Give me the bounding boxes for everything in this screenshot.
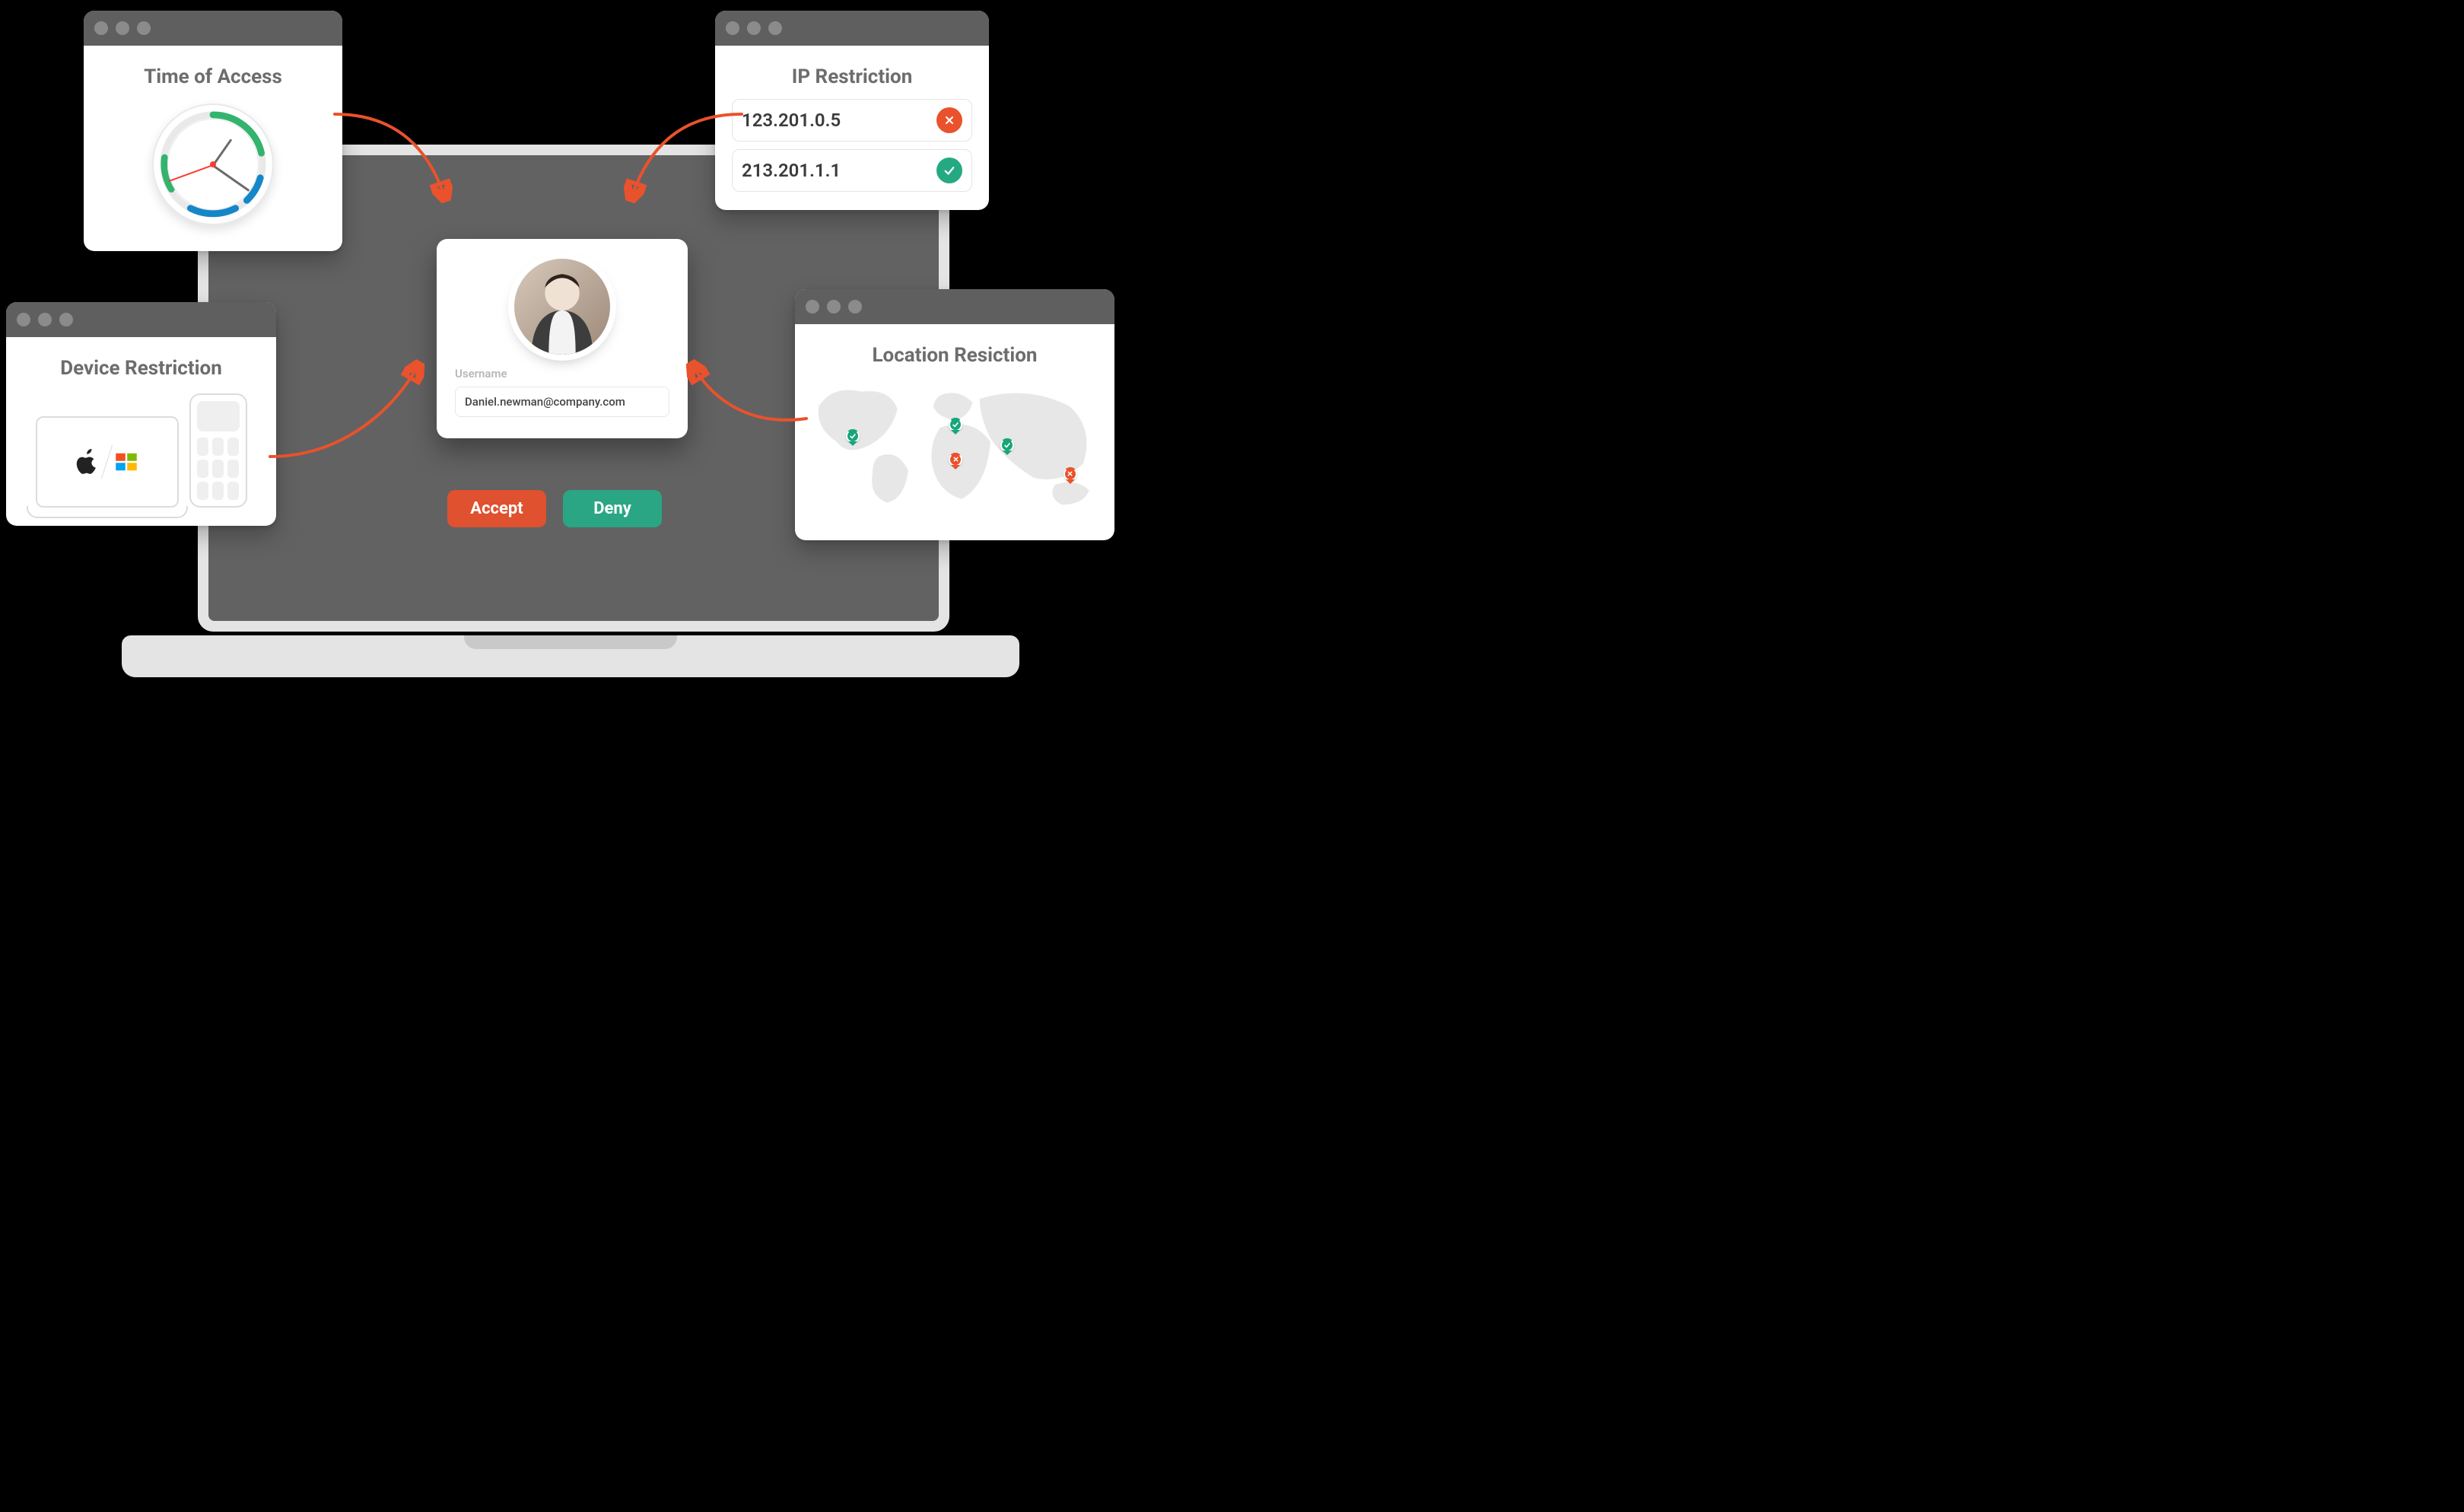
- login-card: Username: [437, 239, 688, 438]
- panel-title: Time of Access: [100, 65, 326, 88]
- accept-button[interactable]: Accept: [447, 490, 546, 527]
- ip-address: 213.201.1.1: [742, 160, 841, 181]
- windows-icon: [115, 449, 138, 475]
- window-control-dot: [768, 21, 782, 35]
- panel-title: Device Restriction: [23, 357, 259, 380]
- phone-icon: [189, 393, 247, 508]
- ip-row: 213.201.1.1: [732, 149, 972, 192]
- window-control-dot: [38, 313, 52, 326]
- ip-address: 123.201.0.5: [742, 110, 841, 131]
- panel-title: Location Resiction: [812, 344, 1098, 367]
- window-control-dot: [94, 21, 108, 35]
- panel-ip-restriction: IP Restriction 123.201.0.5 213.201.1.1: [715, 11, 989, 210]
- close-icon: [936, 107, 962, 133]
- window-titlebar: [795, 289, 1114, 324]
- location-pin-allow: [1000, 438, 1014, 452]
- window-control-dot: [116, 21, 129, 35]
- laptop-icon: [36, 416, 179, 508]
- arrow-time-to-login: [331, 107, 460, 213]
- panel-device-restriction: Device Restriction: [6, 302, 276, 526]
- window-control-dot: [17, 313, 30, 326]
- decision-actions: Accept Deny: [447, 490, 662, 527]
- world-map: [812, 377, 1098, 522]
- window-control-dot: [747, 21, 761, 35]
- arrow-device-to-login: [266, 358, 426, 464]
- arrow-location-to-login: [685, 350, 814, 441]
- apple-icon: [76, 449, 99, 475]
- username-label: Username: [455, 367, 669, 380]
- panel-time-of-access: Time of Access: [84, 11, 342, 251]
- ip-row: 123.201.0.5: [732, 99, 972, 142]
- panel-location-restriction: Location Resiction: [795, 289, 1114, 540]
- window-control-dot: [806, 300, 819, 314]
- window-titlebar: [715, 11, 989, 46]
- panel-title: IP Restriction: [732, 65, 972, 88]
- window-titlebar: [84, 11, 342, 46]
- arrow-ip-to-login: [624, 107, 746, 213]
- window-control-dot: [59, 313, 73, 326]
- window-control-dot: [137, 21, 151, 35]
- location-pin-deny: [1063, 467, 1077, 481]
- window-control-dot: [848, 300, 862, 314]
- deny-button[interactable]: Deny: [563, 490, 662, 527]
- avatar: [514, 259, 610, 355]
- username-input[interactable]: [455, 387, 669, 417]
- window-titlebar: [6, 302, 276, 337]
- diagram-stage: Username Accept Deny Time of Access: [0, 0, 1141, 700]
- clock-icon: [152, 103, 274, 225]
- device-illustration: [23, 390, 259, 508]
- window-control-dot: [827, 300, 841, 314]
- window-control-dot: [726, 21, 739, 35]
- avatar-placeholder-icon: [514, 259, 610, 355]
- check-icon: [936, 158, 962, 183]
- laptop-notch: [464, 635, 677, 649]
